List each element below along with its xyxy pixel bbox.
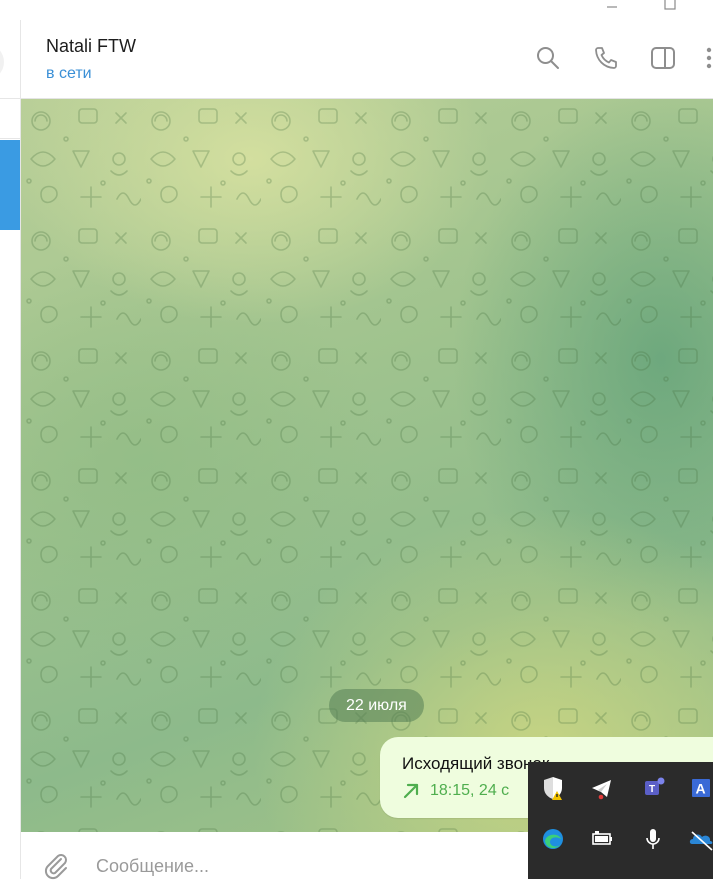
telegram-icon [592,780,611,800]
chat-history[interactable]: 22 июля Исходящий звонок 18:15, 24 с [21,99,713,832]
tray-item-microphone[interactable] [636,822,670,856]
language-icon: A [692,779,710,797]
svg-text:A: A [696,781,706,797]
tray-item-security[interactable] [536,771,570,805]
svg-text:T: T [649,784,655,795]
call-button[interactable] [592,44,620,72]
microphone-icon [646,829,660,849]
more-vertical-icon [706,47,712,69]
edge-icon [543,829,563,849]
search-button[interactable] [534,44,562,72]
tray-item-edge[interactable] [536,822,570,856]
more-button[interactable] [699,44,713,72]
tray-item-language[interactable]: A [684,771,713,805]
chat-header: Natali FTW в сети [21,20,713,99]
tray-item-battery[interactable] [585,822,619,856]
outgoing-arrow-icon [403,783,419,799]
search-icon [537,47,559,69]
onedrive-icon [689,831,713,851]
paperclip-icon [44,854,67,880]
minimize-button[interactable] [597,0,627,20]
chat-list-item-active[interactable] [0,140,20,230]
phone-icon [595,47,617,69]
tray-item-teams[interactable]: T [636,771,670,805]
sidebar-toggle-icon [651,47,675,69]
tray-item-onedrive[interactable] [684,822,713,856]
message-input[interactable] [96,853,516,879]
toggle-info-panel-button[interactable] [649,44,677,72]
chat-title[interactable]: Natali FTW [46,36,136,57]
chat-status: в сети [46,65,92,82]
call-time: 18:15, 24 с [430,782,510,799]
system-tray-overflow: T A [528,762,713,879]
windows-security-icon [544,777,562,800]
chat-wallpaper [21,99,713,832]
attach-button[interactable] [41,851,71,881]
battery-icon [592,831,612,845]
maximize-icon [664,0,676,10]
minimize-icon [607,6,617,8]
divider [0,138,20,139]
window-titlebar [0,0,713,20]
tray-item-telegram[interactable] [585,771,619,805]
date-separator: 22 июля [329,689,424,722]
divider [0,98,20,99]
chat-search-field[interactable] [0,44,4,80]
teams-icon: T [645,777,665,795]
chat-list-sidebar [0,20,21,879]
maximize-button[interactable] [655,0,685,20]
